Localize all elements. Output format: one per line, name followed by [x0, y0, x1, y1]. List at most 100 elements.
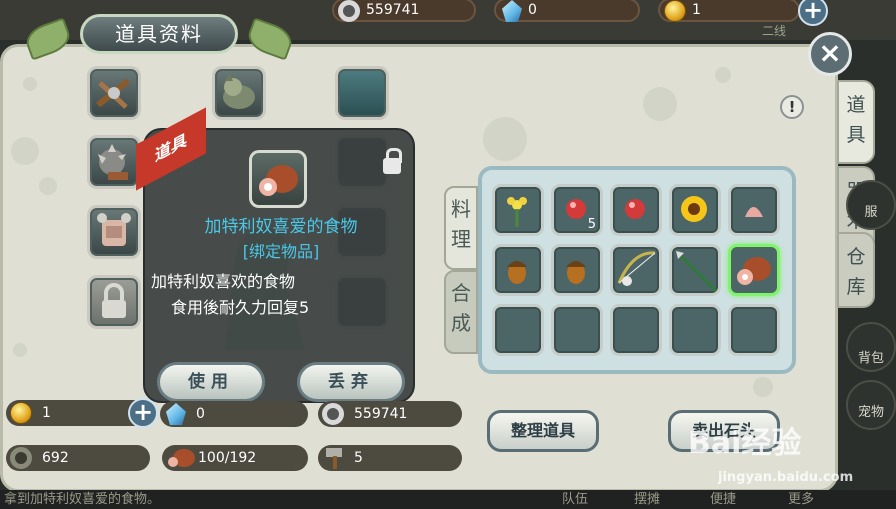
nav-bag[interactable]: 背包: [846, 322, 896, 372]
inventory-slot-empty[interactable]: [492, 304, 544, 356]
slingshot-icon: [96, 78, 130, 109]
gold-counter: 1: [658, 0, 800, 22]
spear-icon: [676, 251, 718, 293]
food-stat-value: 100/192: [198, 450, 257, 466]
inventory-slot[interactable]: [610, 244, 662, 296]
gold-coin-icon: [10, 402, 32, 424]
nav-bag-label: 背包: [857, 351, 884, 366]
tab-crafting[interactable]: 合成: [444, 270, 478, 354]
sort-items-button[interactable]: 整理道具: [487, 410, 599, 452]
inventory-slot[interactable]: 5: [551, 184, 603, 236]
nav-shortcut[interactable]: 便捷: [710, 490, 736, 509]
meat-icon: [259, 165, 298, 196]
equip-slot-armor[interactable]: [87, 205, 141, 259]
silver-stat-value: 559741: [354, 406, 408, 422]
gem-icon: [502, 0, 522, 22]
armor-icon: [97, 213, 131, 246]
item-desc-line2: 食用後耐久力回复5: [171, 298, 310, 317]
bg-paw-spot: [13, 343, 27, 357]
gold-stat-value: 1: [42, 405, 51, 421]
inventory-slot-empty[interactable]: [669, 304, 721, 356]
inventory-slot[interactable]: [728, 184, 780, 236]
padlock-icon: [102, 283, 126, 318]
ore-stat: 692: [6, 445, 150, 471]
inventory-grid: 5: [478, 166, 796, 374]
silver-ring-icon: [322, 403, 344, 425]
bg-paw-spot: [753, 377, 773, 397]
tab-items[interactable]: 道具: [837, 80, 875, 164]
inventory-slot-empty[interactable]: [551, 304, 603, 356]
discard-button[interactable]: 丢弃: [297, 362, 405, 402]
unlock-icon[interactable]: [383, 148, 402, 174]
nav-pet-label: 宠物: [857, 405, 884, 420]
use-button[interactable]: 使用: [157, 362, 265, 402]
info-button[interactable]: !: [780, 95, 804, 119]
nav-clothes-label: 服: [864, 205, 878, 220]
inventory-slot-empty[interactable]: [610, 304, 662, 356]
inventory-slot[interactable]: [492, 244, 544, 296]
add-gold-button[interactable]: +: [128, 398, 158, 428]
nav-pet[interactable]: 宠物: [846, 380, 896, 430]
inventory-slot[interactable]: [551, 244, 603, 296]
system-message: 拿到加特利奴喜爱的食物。: [4, 492, 161, 507]
ore-stat-value: 692: [42, 450, 69, 466]
bg-paw-spot: [643, 87, 677, 121]
watermark-brand: Bai经验: [688, 426, 802, 461]
equip-slot-empty[interactable]: [335, 66, 389, 120]
acorn-icon: [566, 261, 586, 284]
spiked-helmet-icon: [98, 144, 128, 180]
equip-slot-pet[interactable]: [212, 66, 266, 120]
ore-ball-icon: [10, 447, 32, 469]
gem-icon: [166, 403, 186, 425]
add-gold-button[interactable]: +: [798, 0, 828, 26]
inventory-slot-selected[interactable]: [728, 244, 780, 296]
red-gem-icon: [625, 199, 645, 219]
gem-stat-value: 0: [196, 406, 205, 422]
tooltip-item-slot: [249, 150, 307, 208]
bg-paw-spot: [23, 77, 37, 91]
bg-paw-spot: [715, 67, 731, 83]
gold-value: 1: [692, 2, 701, 18]
item-name: 加特利奴喜爱的食物: [204, 217, 358, 237]
bg-paw-spot: [39, 177, 57, 195]
item-desc-line1: 加特利奴喜欢的食物: [151, 272, 296, 291]
nav-stall[interactable]: 摆摊: [634, 490, 660, 509]
inventory-slot[interactable]: [669, 244, 721, 296]
watermark-url: jingyan.baidu.com: [718, 470, 854, 485]
gold-coin-icon: [664, 0, 686, 22]
hammer-stat-value: 5: [354, 450, 363, 466]
tab-cooking[interactable]: 料理: [444, 186, 478, 270]
gem-value: 0: [528, 2, 537, 18]
meat-icon: [168, 449, 195, 467]
gem-counter: 0: [494, 0, 640, 22]
tab-items-label: 道具: [846, 94, 866, 146]
equip-slot-weapon[interactable]: [87, 66, 141, 120]
inventory-slot[interactable]: [492, 184, 544, 236]
inventory-slot[interactable]: [610, 184, 662, 236]
hammer-stat: 5: [318, 445, 462, 471]
acorn-icon: [507, 261, 527, 284]
nav-clothes[interactable]: 服: [846, 180, 896, 230]
window-title: 道具资料: [80, 14, 238, 54]
bottom-bar: 拿到加特利奴喜爱的食物。 队伍 摆摊 便捷 更多: [0, 490, 896, 509]
nav-team[interactable]: 队伍: [562, 490, 588, 509]
equip-slot-locked: [87, 275, 141, 329]
tab-cooking-label: 料理: [451, 197, 471, 251]
sunflower-icon: [681, 196, 707, 222]
tab-storage[interactable]: 仓库: [837, 232, 875, 308]
gold-stat: 1: [6, 400, 146, 426]
inventory-slot-empty[interactable]: [728, 304, 780, 356]
tab-storage-label: 仓库: [846, 246, 866, 298]
wolf-pet-icon: [223, 73, 255, 109]
close-button[interactable]: ×: [808, 32, 852, 76]
flower-icon: [507, 197, 527, 227]
food-stat: 100/192: [162, 445, 308, 471]
silver-counter: 559741: [332, 0, 476, 22]
item-tooltip: 加特利奴喜爱的食物 [绑定物品] 加特利奴喜欢的食物 食用後耐久力回复5 使用 …: [143, 128, 415, 403]
bg-paw-spot: [483, 117, 527, 161]
inventory-slot[interactable]: [669, 184, 721, 236]
equip-slot-helmet[interactable]: [87, 135, 141, 189]
bow-icon: [617, 251, 656, 286]
nav-more[interactable]: 更多: [788, 490, 814, 509]
server-line-label: 二线: [762, 24, 787, 38]
